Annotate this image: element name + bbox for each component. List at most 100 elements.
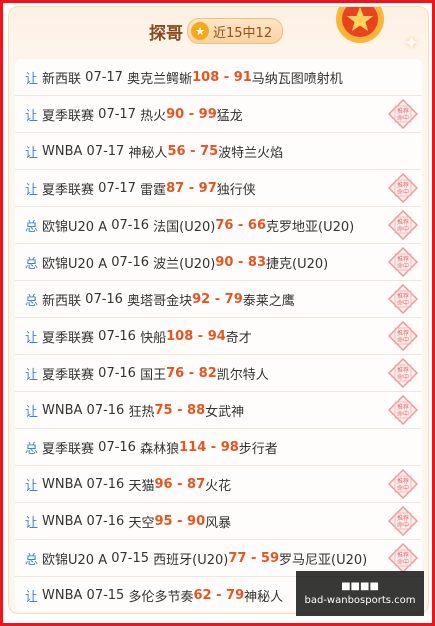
result-row[interactable]: 让 WNBA 07-17 神秘人 56 - 75 波特兰火焰 — [15, 133, 422, 170]
league-label: 夏季联赛 — [42, 330, 95, 346]
league-label: 夏季联赛 — [42, 182, 95, 198]
match-date: 07-16 — [111, 254, 150, 270]
away-score: 83 — [247, 254, 267, 270]
home-score: 96 — [154, 476, 173, 492]
hit-stamp-icon: 推荐命中 — [388, 469, 418, 499]
result-row[interactable]: 让 WNBA 07-16 天猫 96 - 87 火花 推荐 命中 — [15, 466, 422, 503]
home-team: 国王 — [140, 367, 167, 383]
result-row[interactable]: 总新西联 07-16 奥塔哥金块 92 - 79 泰莱之鹰 推荐 命中 — [15, 281, 422, 318]
league-label: WNBA — [42, 476, 83, 492]
stamp-text: 命中 — [397, 558, 409, 566]
match-date: 07-16 — [86, 513, 125, 529]
stamp-text: 命中 — [397, 262, 409, 270]
stamp-text: 推荐 — [397, 181, 409, 189]
home-team: 西班牙(U20) — [153, 552, 229, 568]
result-row[interactable]: 让夏季联赛 07-17 热火 90 - 99 猛龙 推荐 命中 — [15, 96, 422, 133]
result-row[interactable]: 总夏季联赛 07-16 森林狼 114 - 98 步行者 — [15, 429, 422, 466]
league-label: 夏季联赛 — [42, 441, 95, 457]
home-score: 92 — [192, 291, 211, 307]
stamp-text: 命中 — [397, 521, 409, 529]
away-score: 97 — [198, 180, 217, 196]
result-row[interactable]: 总欧锦U20 A 07-16 法国(U20) 76 - 66 克罗地亚(U20) 推荐… — [15, 207, 422, 244]
home-score: 108 — [166, 328, 194, 344]
result-row[interactable]: 让 WNBA 07-16 天空 95 - 90 风暴 推荐 命中 — [15, 503, 422, 540]
match-date: 07-16 — [85, 291, 123, 307]
away-team: 神秘人 — [244, 589, 284, 605]
bet-type-label: 让 — [25, 367, 39, 383]
bet-type-label: 让 — [25, 330, 39, 346]
result-row[interactable]: 让新西联 07-17 奥克兰鳄蜥 108 - 91 马纳瓦图喷射机 — [15, 59, 422, 96]
home-score: 77 — [228, 550, 247, 566]
hit-stamp-icon: 推荐命中 — [388, 210, 418, 240]
stamp-text: 推荐 — [397, 366, 409, 374]
score-separator: - — [219, 69, 234, 85]
card-header: 探哥 ★ 近15中12 ✦ — [9, 7, 428, 55]
away-team: 凯尔特人 — [216, 367, 269, 383]
hit-stamp-icon: 推荐命中 — [388, 321, 418, 351]
home-score: 114 — [179, 439, 207, 455]
result-row[interactable]: 让夏季联赛 07-17 雷霆 87 - 97 独行侠 推荐 命中 — [15, 170, 422, 207]
stamp-text: 命中 — [397, 336, 409, 344]
league-label: 欧锦U20 A — [42, 219, 108, 235]
score-separator: - — [172, 402, 188, 418]
home-score: 75 — [154, 402, 173, 418]
home-team: 法国(U20) — [153, 219, 216, 235]
result-row[interactable]: 让 WNBA 07-16 狂热 75 - 88 女武神 推荐 命中 — [15, 392, 422, 429]
league-label: 欧锦U20 A — [42, 552, 108, 568]
score-separator: - — [206, 439, 221, 455]
bet-type-label: 总 — [25, 293, 39, 309]
watermark-line1: ■■■■ — [341, 581, 379, 592]
result-row[interactable]: 让夏季联赛 07-16 国王 76 - 82 凯尔特人 推荐 命中 — [15, 355, 422, 392]
home-team: 天猫 — [128, 478, 155, 494]
match-date: 07-16 — [111, 217, 150, 233]
stamp-text: 推荐 — [397, 329, 409, 337]
match-date: 07-17 — [85, 69, 123, 85]
away-score: 75 — [200, 143, 219, 159]
score-separator: - — [210, 291, 225, 307]
away-score: 82 — [198, 365, 217, 381]
score-separator: - — [172, 513, 188, 529]
bet-type-label: 总 — [25, 256, 39, 272]
bet-type-label: 总 — [25, 219, 39, 235]
score-separator: - — [246, 550, 261, 566]
result-row[interactable]: 让夏季联赛 07-16 快船 108 - 94 奇才 推荐 命中 — [15, 318, 422, 355]
match-date: 07-17 — [86, 143, 125, 159]
away-team: 步行者 — [238, 441, 278, 457]
league-label: 欧锦U20 A — [42, 256, 108, 272]
home-team: 波兰(U20) — [153, 256, 216, 272]
result-row[interactable]: 总欧锦U20 A 07-16 波兰(U20) 90 - 83 捷克(U20) 推荐 命中 — [15, 244, 422, 281]
home-team: 森林狼 — [140, 441, 180, 457]
stamp-text: 命中 — [397, 114, 409, 122]
bet-type-label: 让 — [25, 108, 39, 124]
watermark-line2: bad-wanbosports.com — [304, 595, 416, 606]
hit-stamp-icon: 推荐命中 — [388, 543, 418, 573]
league-label: WNBA — [42, 587, 83, 603]
away-score: 66 — [247, 217, 267, 233]
score-separator: - — [184, 365, 199, 381]
away-team: 泰莱之鹰 — [242, 293, 295, 309]
score-separator: - — [184, 106, 199, 122]
league-label: WNBA — [42, 143, 83, 159]
home-team: 多伦多节奏 — [128, 589, 194, 605]
stamp-text: 命中 — [397, 484, 409, 492]
away-team: 马纳瓦图喷射机 — [251, 71, 343, 87]
home-team: 热火 — [140, 108, 167, 124]
hit-stamp-icon: 推荐命中 — [388, 173, 418, 203]
home-team: 奥塔哥金块 — [127, 293, 193, 309]
stamp-text: 推荐 — [397, 477, 409, 485]
score-separator: - — [233, 217, 248, 233]
home-score: 108 — [192, 69, 220, 85]
away-team: 火花 — [205, 478, 232, 494]
score-separator: - — [211, 587, 227, 603]
watermark-overlay: ■■■■ bad-wanbosports.com — [296, 571, 424, 616]
away-score: 79 — [224, 291, 243, 307]
away-score: 87 — [187, 476, 206, 492]
match-date: 07-17 — [98, 106, 136, 122]
bet-type-label: 让 — [25, 71, 39, 87]
home-score: 95 — [154, 513, 173, 529]
away-team: 奇才 — [225, 330, 252, 346]
away-score: 79 — [226, 587, 245, 603]
league-label: 新西联 — [42, 71, 82, 87]
bet-type-label: 让 — [25, 404, 39, 420]
league-label: WNBA — [42, 513, 83, 529]
